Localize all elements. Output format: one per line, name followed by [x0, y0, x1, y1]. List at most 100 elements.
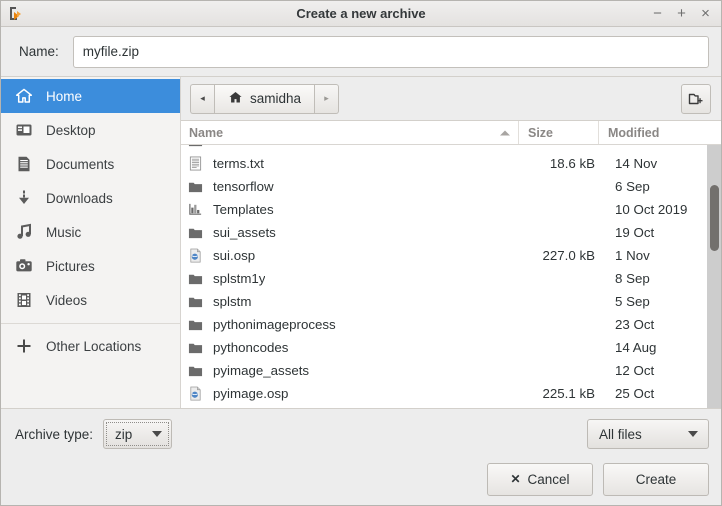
dialog-body: Home Desktop Documents Downloads Music P… — [1, 76, 721, 408]
file-modified-cell: 10 Oct 2019 — [615, 202, 688, 217]
archive-type-select[interactable]: zip — [103, 419, 173, 449]
folder-icon — [187, 178, 204, 195]
sidebar-item-documents[interactable]: Documents — [1, 147, 180, 181]
dialog-footer: Archive type: zip All files ✕ Cancel Cre… — [1, 408, 721, 505]
sidebar-item-label: Desktop — [46, 122, 96, 138]
file-name-cell: splstm1y — [181, 270, 526, 287]
file-size-cell: 225.1 kB — [542, 386, 596, 401]
file-rows: terms.txt 18.6 kB 14 Nov tensorflow 6 Sep Tem… — [181, 152, 706, 405]
back-button[interactable]: ◂ — [190, 83, 214, 114]
window-title: Create a new archive — [296, 6, 426, 21]
breadcrumb-label: samidha — [250, 91, 302, 106]
table-row[interactable]: pyimage_assets 12 Oct — [181, 359, 706, 382]
table-row[interactable]: tensorflow 6 Sep — [181, 175, 706, 198]
file-modified-cell: 12 Oct — [615, 363, 655, 378]
file-name-label: splstm1y — [213, 271, 266, 286]
file-name-label: pyimage.osp — [213, 386, 289, 401]
table-row[interactable]: pythonimageprocess 23 Oct — [181, 313, 706, 336]
column-header-size[interactable]: Size — [519, 121, 599, 144]
scrollbar-thumb[interactable] — [710, 185, 719, 251]
sidebar-item-home[interactable]: Home — [1, 79, 180, 113]
create-label: Create — [635, 471, 677, 487]
file-name-cell: pyimage_assets — [181, 362, 526, 379]
osp-file-icon — [187, 385, 204, 402]
forward-button[interactable]: ▸ — [315, 83, 340, 114]
file-name-label: pyimage_assets — [213, 363, 310, 378]
create-archive-dialog: Create a new archive − + × Name: Home — [0, 0, 722, 506]
desktop-icon — [15, 121, 33, 139]
file-modified-cell: 14 Aug — [615, 340, 657, 355]
chevron-down-icon — [688, 431, 698, 437]
file-name-label: sui_assets — [213, 225, 276, 240]
table-row[interactable]: terms.txt 18.6 kB 14 Nov — [181, 152, 706, 175]
file-size-cell: 227.0 kB — [542, 248, 596, 263]
table-row[interactable] — [181, 145, 706, 152]
file-filter-select[interactable]: All files — [587, 419, 709, 449]
videos-icon — [15, 291, 33, 309]
sidebar-item-downloads[interactable]: Downloads — [1, 181, 180, 215]
file-name-label: pythonimageprocess — [213, 317, 336, 332]
sidebar-item-label: Videos — [46, 292, 88, 308]
partial-row-bottom — [181, 405, 706, 408]
table-row[interactable]: sui_assets 19 Oct — [181, 221, 706, 244]
create-folder-icon[interactable] — [681, 83, 711, 114]
file-name-cell: pyimage.osp — [181, 385, 526, 402]
home-icon — [15, 87, 33, 105]
archive-type-label: Archive type: — [15, 426, 94, 442]
downloads-icon — [15, 189, 33, 207]
file-modified-cell: 6 Sep — [615, 179, 650, 194]
file-modified-cell: 8 Sep — [615, 271, 650, 286]
minimize-button[interactable]: − — [651, 6, 664, 21]
table-row[interactable]: splstm1y 8 Sep — [181, 267, 706, 290]
breadcrumb-item-samidha[interactable]: samidha — [214, 83, 316, 114]
maximize-button[interactable]: + — [675, 6, 688, 21]
file-modified-cell: 1 Nov — [615, 248, 650, 263]
sidebar-item-music[interactable]: Music — [1, 215, 180, 249]
create-button[interactable]: Create — [603, 462, 709, 496]
sidebar-item-other-locations[interactable]: Other Locations — [1, 329, 180, 363]
sidebar-item-label: Pictures — [46, 258, 95, 274]
archive-type-row: Archive type: zip All files — [1, 409, 721, 459]
file-name-cell: pythonimageprocess — [181, 316, 526, 333]
folder-icon — [187, 145, 204, 149]
folder-icon — [187, 316, 204, 333]
table-row[interactable]: pythoncodes 14 Aug — [181, 336, 706, 359]
name-label: Name: — [19, 44, 59, 59]
column-header-name[interactable]: Name — [181, 121, 519, 144]
file-modified-cell: 25 Oct — [615, 386, 655, 401]
path-bar: ◂ samidha ▸ — [181, 77, 721, 121]
sidebar-item-label: Music — [46, 224, 82, 240]
sidebar-item-pictures[interactable]: Pictures — [1, 249, 180, 283]
sidebar-item-desktop[interactable]: Desktop — [1, 113, 180, 147]
osp-file-icon — [187, 247, 204, 264]
file-name-label: tensorflow — [213, 179, 274, 194]
file-name-cell: tensorflow — [181, 178, 526, 195]
file-modified-cell: 23 Oct — [615, 317, 655, 332]
documents-icon — [15, 155, 33, 173]
folder-icon — [187, 224, 204, 241]
chevron-down-icon — [152, 431, 163, 437]
sidebar-item-videos[interactable]: Videos — [1, 283, 180, 317]
cancel-label: Cancel — [527, 471, 570, 487]
close-button[interactable]: × — [699, 6, 712, 21]
file-list-container: terms.txt 18.6 kB 14 Nov tensorflow 6 Sep Tem… — [181, 145, 721, 408]
home-icon — [228, 90, 243, 108]
filename-input[interactable] — [72, 35, 709, 68]
file-name-cell: splstm — [181, 293, 526, 310]
breadcrumb: ◂ samidha ▸ — [190, 83, 340, 114]
file-browser: ◂ samidha ▸ Name Size Modified terms.txt… — [181, 77, 721, 408]
table-row[interactable] — [181, 405, 706, 408]
file-name-label: sui.osp — [213, 248, 256, 263]
cancel-button[interactable]: ✕ Cancel — [487, 462, 593, 496]
table-row[interactable]: pyimage.osp 225.1 kB 25 Oct — [181, 382, 706, 405]
file-list-scrollbar[interactable] — [706, 145, 721, 408]
file-list: terms.txt 18.6 kB 14 Nov tensorflow 6 Sep Tem… — [181, 145, 706, 408]
window-controls: − + × — [651, 6, 715, 21]
table-row[interactable]: splstm 5 Sep — [181, 290, 706, 313]
table-row[interactable]: sui.osp 227.0 kB 1 Nov — [181, 244, 706, 267]
folder-icon — [187, 270, 204, 287]
column-headers: Name Size Modified — [181, 121, 721, 145]
column-header-modified[interactable]: Modified — [599, 121, 699, 144]
templates-folder-icon — [187, 201, 204, 218]
table-row[interactable]: Templates 10 Oct 2019 — [181, 198, 706, 221]
